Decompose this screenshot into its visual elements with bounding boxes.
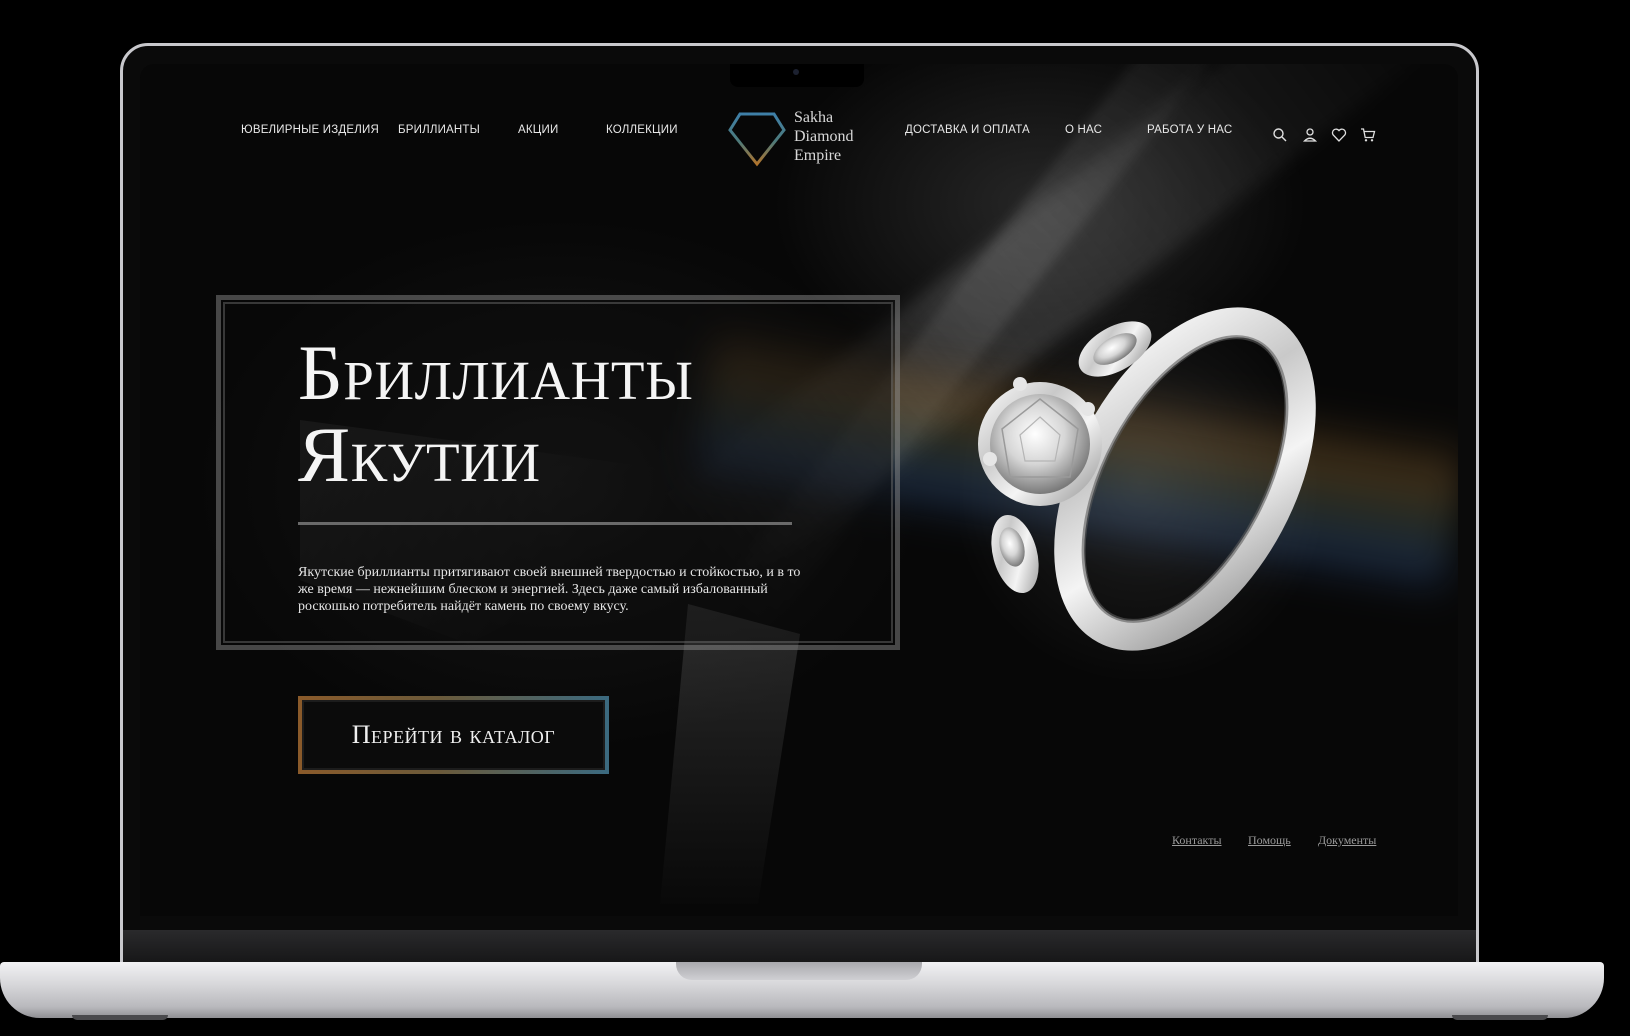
nav-link-delivery[interactable]: Доставка и оплата <box>905 124 1030 136</box>
nav-link-jewelry[interactable]: Ювелирные изделия <box>241 124 379 136</box>
footer-link-contacts[interactable]: Контакты <box>1172 833 1222 848</box>
nav-link-collections[interactable]: Коллекции <box>606 124 678 136</box>
footer-link-help[interactable]: Помощь <box>1248 833 1291 848</box>
camera-notch <box>730 64 864 87</box>
search-icon[interactable] <box>1272 127 1288 143</box>
nav-link-diamonds[interactable]: Бриллианты <box>398 124 480 136</box>
laptop-foot-left <box>72 1015 168 1020</box>
nav-link-promotions[interactable]: Акции <box>518 124 558 136</box>
website-screen: Ювелирные изделия Бриллианты Акции Колле… <box>140 64 1458 916</box>
brand-name: Sakha Diamond Empire <box>794 108 854 165</box>
cart-icon[interactable] <box>1360 127 1376 143</box>
laptop-bezel <box>123 930 1476 964</box>
hero-title-line: Бриллианты <box>298 329 694 416</box>
laptop-foot-right <box>1452 1015 1548 1020</box>
diamond-logo-icon <box>728 112 786 167</box>
user-icon[interactable] <box>1302 127 1318 143</box>
camera-icon <box>793 69 799 75</box>
nav-link-about[interactable]: О нас <box>1065 124 1102 136</box>
hero-description: Якутские бриллианты притягивают своей вн… <box>298 565 801 614</box>
hero-divider <box>298 522 792 525</box>
footer-link-documents[interactable]: Документы <box>1318 833 1376 848</box>
hero-title: Бриллианты Якутии <box>298 332 858 496</box>
brand-logo[interactable]: Sakha Diamond Empire <box>728 108 858 170</box>
laptop-base-notch <box>676 962 922 980</box>
catalog-button[interactable]: Перейти в каталог <box>298 696 609 774</box>
brand-name-line: Empire <box>794 147 842 164</box>
catalog-button-label: Перейти в каталог <box>302 700 605 770</box>
diamond-ring-image <box>960 289 1320 679</box>
nav-link-careers[interactable]: Работа у нас <box>1147 124 1232 136</box>
brand-name-line: Diamond <box>794 128 854 145</box>
brand-name-line: Sakha <box>794 109 834 126</box>
heart-icon[interactable] <box>1331 127 1347 143</box>
hero-title-line: Якутии <box>298 411 541 498</box>
